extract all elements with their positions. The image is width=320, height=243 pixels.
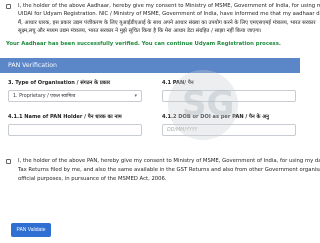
pan-consent: I, the holder of the above PAN, hereby g… (6, 157, 320, 184)
watermark-text: SG (182, 84, 235, 124)
watermark-logo: SG (168, 70, 238, 140)
aadhaar-consent-checkbox[interactable] (6, 4, 11, 9)
org-type-select[interactable]: 1. Proprietary / एकल स्वामित्व ▾ (8, 90, 142, 102)
pan-consent-line: Tax Returns filed by me, and also the sa… (18, 167, 320, 173)
pan-consent-text: I, the holder of the above PAN, hereby g… (6, 157, 320, 184)
pan-verification-panel: PAN Verification 3. Type of Organisation… (0, 58, 300, 243)
pan-consent-line: I, the holder of the above PAN, hereby g… (18, 158, 320, 164)
aadhaar-consent-line: मैं, आधार धारक, इस प्रकार उद्यम पंजीकरण … (18, 19, 316, 26)
org-type-value: 1. Proprietary / एकल स्वामित्व (13, 94, 76, 99)
aadhaar-consent-text: I, the holder of the above Aadhaar, here… (6, 2, 320, 36)
org-type-label: 3. Type of Organisation / संगठन के प्रका… (8, 80, 111, 86)
pan-verification-heading: PAN Verification (0, 58, 300, 73)
pan-holder-name-label: 4.1.1 Name of PAN Holder / पैन धारक का न… (8, 114, 122, 120)
chevron-down-icon: ▾ (134, 93, 137, 99)
aadhaar-consent-line: UIDAI for Udyam Registration. NIC / Mini… (18, 11, 320, 18)
aadhaar-verified-message: Your Aadhaar has been successfully verif… (6, 41, 281, 47)
aadhaar-consent-line: I, the holder of the above Aadhaar, here… (18, 3, 320, 9)
pan-consent-checkbox[interactable] (6, 159, 11, 164)
aadhaar-consent-line: सूक्ष्म,लघु और मध्यम उद्यम मंत्रालय, भार… (18, 28, 262, 35)
pan-consent-line: official purposes, in pursuance of the M… (18, 176, 167, 182)
pan-validate-button[interactable]: PAN Validate (11, 223, 51, 237)
pan-holder-name-input[interactable] (8, 124, 142, 136)
aadhaar-consent: I, the holder of the above Aadhaar, here… (6, 2, 320, 36)
